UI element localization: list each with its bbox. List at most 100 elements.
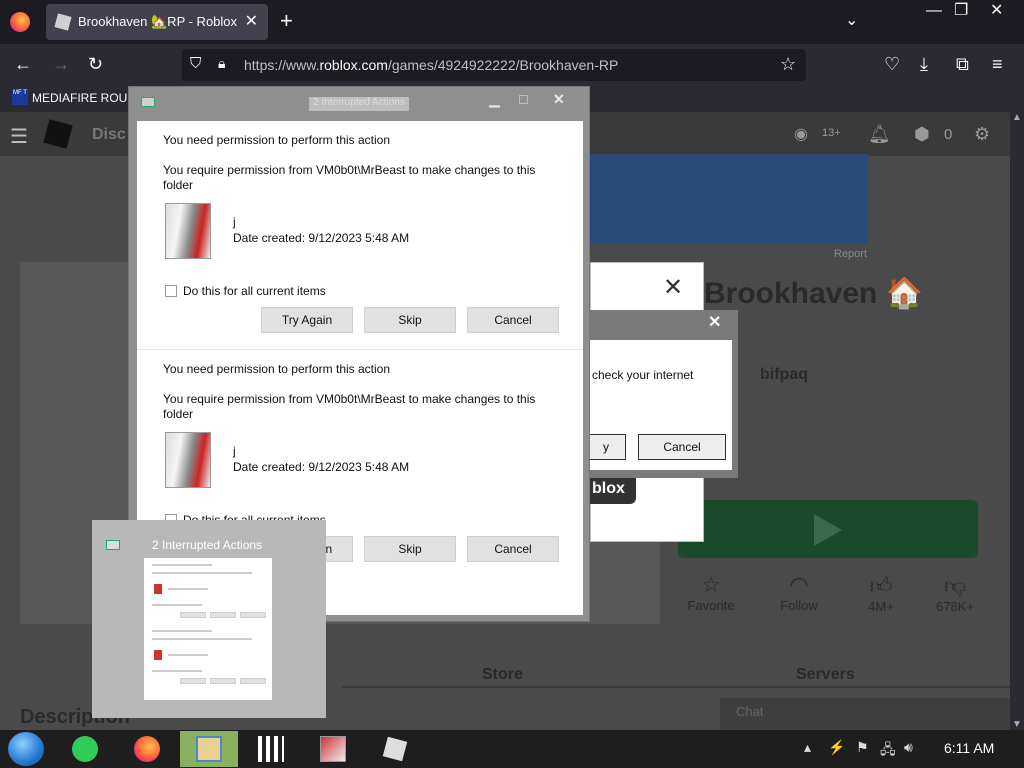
roblox-tag: blox: [590, 476, 636, 504]
star-icon: ☆: [701, 572, 721, 597]
permission-heading: You need permission to perform this acti…: [163, 133, 391, 147]
nav-discover-partial[interactable]: Disc: [92, 126, 126, 144]
dialog-minimize-button[interactable]: ▁: [489, 91, 500, 108]
follow-icon: ◠: [789, 572, 809, 597]
creator-name[interactable]: bifpaq: [760, 366, 808, 384]
play-button[interactable]: [678, 500, 978, 558]
reload-icon[interactable]: ↻: [88, 54, 103, 75]
start-button[interactable]: [8, 732, 44, 766]
taskbar-app-roblox[interactable]: [366, 731, 424, 767]
report-link[interactable]: Report: [834, 248, 867, 260]
preview-title: 2 Interrupted Actions: [152, 538, 263, 552]
notes-app-icon: [72, 736, 98, 762]
dislike-button[interactable]: 👎︎ 678K+: [920, 572, 990, 614]
tray-app-icon[interactable]: ⚡: [828, 739, 845, 756]
dialog-close-button[interactable]: ✕: [553, 91, 565, 108]
skip-button[interactable]: Skip: [364, 307, 456, 333]
taskbar-app-explorer[interactable]: [180, 731, 238, 767]
error-cancel-button[interactable]: Cancel: [638, 434, 726, 460]
scroll-up-icon[interactable]: ▲: [1012, 112, 1022, 123]
robux-icon[interactable]: ⬢: [914, 124, 930, 145]
game-title: Brookhaven 🏠: [704, 277, 924, 310]
window-minimize-button[interactable]: —: [926, 2, 942, 20]
taskbar-thumbnail-preview[interactable]: 2 Interrupted Actions: [92, 520, 326, 718]
tab-servers[interactable]: Servers: [796, 666, 855, 684]
avatar-icon[interactable]: ◉: [794, 124, 808, 144]
bookmark-mediafire[interactable]: MEDIAFIRE ROULE: [32, 91, 142, 105]
page-scrollbar[interactable]: ▲ ▼: [1010, 112, 1024, 730]
dialog-title: 2 Interrupted Actions: [309, 97, 409, 111]
window-maximize-button[interactable]: ❐: [954, 0, 968, 20]
network-icon[interactable]: 🖧: [880, 739, 896, 763]
downloads-icon[interactable]: ⤓: [920, 54, 928, 75]
pocket-icon[interactable]: ♡: [884, 54, 900, 75]
volume-icon[interactable]: 🔊︎: [904, 739, 913, 756]
apply-all-checkbox[interactable]: [165, 285, 177, 297]
preview-image: [144, 558, 272, 700]
settings-gear-icon[interactable]: ⚙: [974, 124, 990, 145]
like-button[interactable]: 👍︎ 4M+: [846, 572, 916, 614]
bookmark-star-icon[interactable]: ☆: [780, 54, 796, 75]
play-icon: [814, 514, 842, 546]
skip-button[interactable]: Skip: [364, 536, 456, 562]
taskbar-app-notes[interactable]: [56, 731, 114, 767]
taskbar-app-firefox[interactable]: [118, 731, 176, 767]
browser-tab-active[interactable]: Brookhaven 🏡RP - Roblox ✕: [46, 4, 268, 40]
follow-button[interactable]: ◠ Follow: [764, 572, 834, 613]
cancel-button[interactable]: Cancel: [467, 536, 559, 562]
folder-date: Date created: 9/12/2023 5:48 AM: [233, 460, 410, 474]
window-close-button[interactable]: ✕: [990, 0, 1003, 20]
extensions-icon[interactable]: ⧉: [956, 54, 969, 75]
chat-bar[interactable]: Chat: [720, 698, 1010, 730]
permission-heading: You need permission to perform this acti…: [163, 362, 391, 376]
modal-close-icon[interactable]: ✕: [663, 273, 683, 302]
folder-name: j: [233, 444, 236, 458]
retry-button[interactable]: y: [586, 434, 626, 460]
menu-hamburger-icon[interactable]: ≡: [992, 54, 1003, 75]
robux-balance: 0: [944, 126, 953, 143]
error-dialog-body: check your internet y Cancel: [586, 340, 732, 470]
folder-icon: [165, 432, 211, 488]
url-bar[interactable]: ⛉ 🔒︎ https://www.roblox.com/games/492492…: [182, 49, 806, 81]
roblox-menu-icon[interactable]: ☰: [10, 124, 28, 149]
tab-close-icon[interactable]: ✕: [245, 11, 258, 31]
tab-title: Brookhaven 🏡RP - Roblox: [78, 14, 238, 29]
firefox-logo-icon[interactable]: [10, 12, 30, 32]
favorite-button[interactable]: ☆ Favorite: [676, 572, 746, 613]
file-copy-icon: [106, 540, 120, 550]
folder-date: Date created: 9/12/2023 5:48 AM: [233, 231, 410, 245]
lock-icon[interactable]: 🔒︎: [218, 55, 225, 72]
action-center-flag-icon[interactable]: ⚑: [856, 739, 869, 756]
file-explorer-icon: [196, 736, 222, 762]
tab-divider: [342, 686, 1024, 688]
back-arrow-icon[interactable]: ←: [14, 54, 32, 75]
cancel-button[interactable]: Cancel: [467, 307, 559, 333]
url-text[interactable]: https://www.roblox.com/games/4924922222/…: [244, 57, 618, 73]
list-all-tabs-icon[interactable]: ⌄: [845, 10, 858, 30]
pixel-app-icon: [258, 736, 284, 762]
thumbs-up-icon: 👍︎: [869, 573, 893, 598]
taskbar-app-pixel[interactable]: [242, 731, 300, 767]
taskbar-app-monitor[interactable]: [304, 731, 362, 767]
mediafire-bookmark-icon: MF T: [12, 89, 28, 105]
browser-nav-bar: ← → ↻ ⛉ 🔒︎ https://www.roblox.com/games/…: [0, 44, 1024, 86]
thumbs-down-icon: 👎︎: [943, 573, 967, 598]
notifications-bell-icon[interactable]: 🔔︎: [868, 124, 891, 145]
try-again-button[interactable]: Try Again: [261, 307, 353, 333]
tray-expand-icon[interactable]: ▴: [804, 739, 811, 756]
tracking-shield-icon[interactable]: ⛉: [190, 55, 201, 72]
taskbar-clock[interactable]: 6:11 AM: [944, 740, 994, 756]
apply-all-label[interactable]: Do this for all current items: [183, 284, 326, 298]
file-copy-icon: [141, 97, 155, 107]
tab-store[interactable]: Store: [482, 666, 523, 684]
permission-item: You need permission to perform this acti…: [137, 121, 583, 349]
firefox-icon: [134, 736, 160, 762]
sponsored-banner[interactable]: [586, 154, 868, 244]
new-tab-button[interactable]: +: [280, 8, 293, 34]
forward-arrow-icon[interactable]: →: [52, 54, 70, 75]
roblox-app-icon: [382, 736, 408, 762]
error-close-icon[interactable]: ✕: [708, 312, 721, 332]
roblox-logo-icon[interactable]: [43, 119, 73, 149]
scroll-down-icon[interactable]: ▼: [1012, 719, 1022, 730]
dialog-maximize-button[interactable]: □: [519, 91, 527, 107]
